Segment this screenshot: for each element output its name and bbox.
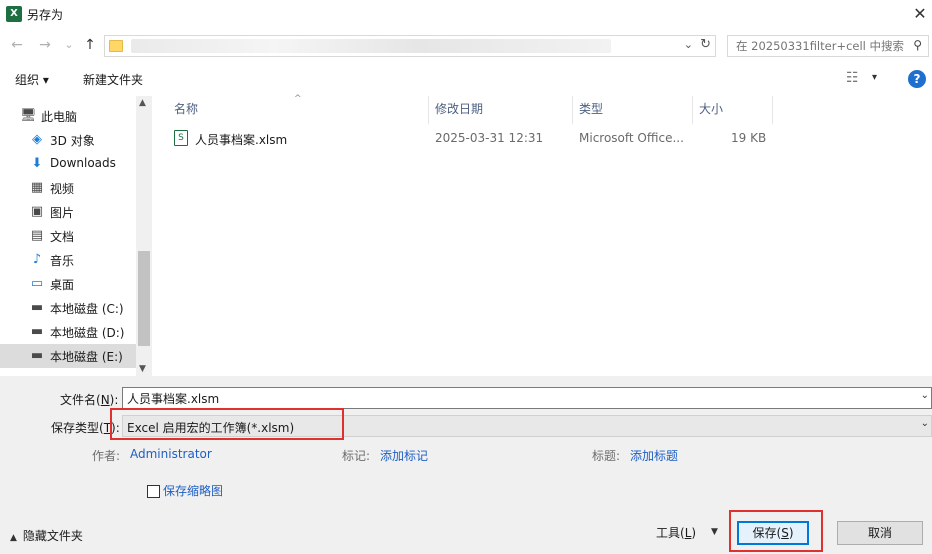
authors-value[interactable]: Administrator — [130, 447, 212, 461]
file-row[interactable]: S 人员事档案.xlsm 2025-03-31 12:31 Microsoft … — [168, 128, 788, 150]
scroll-up-icon[interactable]: ▲ — [139, 98, 146, 108]
tags-label: 标记: — [342, 449, 371, 463]
filename-field[interactable]: ⌄ — [122, 387, 932, 409]
cancel-button[interactable]: 取消 — [837, 521, 923, 545]
nav-item-label: 本地磁盘 (E:) — [50, 350, 123, 364]
drive-icon: ▬ — [30, 348, 44, 363]
tags-value[interactable]: 添加标记 — [380, 447, 428, 464]
nav-item-label: 此电脑 — [41, 110, 78, 124]
nav-item[interactable]: ⬇ Downloads — [0, 152, 136, 176]
filename-input[interactable] — [127, 390, 907, 406]
excel-file-icon: S — [174, 130, 188, 146]
file-modified: 2025-03-31 12:31 — [435, 131, 544, 145]
nav-item[interactable]: ▬ 本地磁盘 (C:) — [0, 296, 136, 320]
nav-item[interactable]: ▣ 图片 — [0, 200, 136, 224]
tools-button[interactable]: 工具(L) — [656, 524, 696, 541]
title-bar: X 另存为 ✕ — [0, 0, 932, 28]
sort-ascending-icon: ^ — [294, 94, 302, 104]
nav-item-label: 视频 — [50, 182, 75, 196]
column-header-name[interactable]: 名称 — [168, 96, 198, 122]
address-bar[interactable]: ⌄ ↻ — [104, 35, 716, 57]
highlight-box-filetype — [110, 408, 344, 440]
nav-item-label: 文档 — [50, 230, 75, 244]
scroll-down-icon[interactable]: ▼ — [139, 364, 146, 374]
save-thumbnail-label[interactable]: 保存缩略图 — [163, 482, 223, 499]
view-options-icon[interactable]: ☷ — [846, 70, 859, 86]
drive-icon: ▬ — [30, 324, 44, 339]
highlight-box-save — [729, 510, 823, 552]
authors-label: 作者: — [92, 449, 121, 463]
nav-item-label: 3D 对象 — [50, 134, 95, 148]
nav-item[interactable]: 🖥 此电脑 — [0, 104, 136, 128]
file-list: 名称 ^ 修改日期 类型 大小 S 人员事档案.xlsm 2025-03-31 … — [154, 94, 932, 376]
pc-icon: 🖥 — [20, 108, 37, 123]
address-path-blurred[interactable] — [131, 39, 611, 53]
filename-label: 文件名(N): — [60, 393, 119, 407]
excel-app-icon: X — [6, 6, 22, 22]
nav-item[interactable]: ▬ 本地磁盘 (D:) — [0, 320, 136, 344]
toolbar: 组织 ▾ 新建文件夹 ☷ ▾ ? — [0, 64, 932, 94]
nav-item-label: Downloads — [50, 156, 116, 170]
search-input[interactable] — [736, 38, 908, 54]
picture-icon: ▣ — [30, 204, 44, 219]
view-dropdown-icon[interactable]: ▾ — [872, 72, 877, 83]
filetype-dropdown-icon[interactable]: ⌄ — [921, 418, 929, 429]
nav-item-label: 音乐 — [50, 254, 75, 268]
nav-item[interactable]: ▬ 本地磁盘 (E:) — [0, 344, 136, 368]
music-icon: ♪ — [32, 252, 42, 267]
nav-item[interactable]: ▦ 视频 — [0, 176, 136, 200]
new-folder-button[interactable]: 新建文件夹 — [83, 71, 143, 88]
refresh-icon[interactable]: ↻ — [700, 37, 711, 52]
back-arrow-icon[interactable]: ← — [8, 36, 26, 54]
column-header-size[interactable]: 大小 — [693, 96, 723, 122]
search-icon[interactable]: ⚲ — [913, 38, 922, 52]
nav-item-label: 桌面 — [50, 278, 75, 292]
nav-item-label: 本地磁盘 (D:) — [50, 326, 125, 340]
file-name: 人员事档案.xlsm — [195, 133, 288, 147]
save-thumbnail-checkbox[interactable] — [147, 485, 160, 498]
address-dropdown-icon[interactable]: ⌄ — [684, 38, 693, 51]
filename-dropdown-icon[interactable]: ⌄ — [921, 390, 929, 401]
cube-icon: ◈ — [32, 132, 42, 147]
document-icon: ▤ — [30, 228, 44, 243]
nav-item-label: 图片 — [50, 206, 75, 220]
chevron-up-icon: ▲ — [10, 533, 17, 543]
file-type: Microsoft Office... — [579, 131, 684, 145]
download-icon: ⬇ — [31, 156, 43, 171]
column-divider[interactable] — [772, 96, 773, 124]
help-icon[interactable]: ? — [908, 70, 926, 88]
save-options-panel: 文件名(N): ⌄ 保存类型(T): Excel 启用宏的工作簿(*.xlsm)… — [0, 376, 932, 554]
window-title: 另存为 — [27, 8, 64, 22]
nav-item[interactable]: ♪ 音乐 — [0, 248, 136, 272]
tools-dropdown-icon[interactable]: ▼ — [711, 527, 718, 537]
address-row: ← → ⌄ ↑ ⌄ ↻ ⚲ — [0, 30, 932, 62]
nav-item-label: 本地磁盘 (C:) — [50, 302, 124, 316]
column-header-type[interactable]: 类型 — [573, 96, 603, 122]
folder-icon — [109, 40, 123, 52]
nav-item[interactable]: ▤ 文档 — [0, 224, 136, 248]
drive-icon: ▬ — [30, 300, 44, 315]
title-label: 标题: — [592, 449, 621, 463]
nav-scrollbar[interactable]: ▲ ▼ — [136, 96, 152, 376]
column-header-modified[interactable]: 修改日期 — [429, 96, 483, 122]
scroll-thumb[interactable] — [138, 251, 150, 346]
file-size: 19 KB — [731, 131, 767, 145]
forward-arrow-icon[interactable]: → — [36, 36, 54, 54]
navigation-pane: 🖥 此电脑 ◈ 3D 对象 ⬇ Downloads ▦ 视频 ▣ 图片 ▤ 文档 ♪ 音乐 ▭ 桌面 ▬ 本地磁盘… — [0, 96, 152, 376]
search-box[interactable]: ⚲ — [727, 35, 929, 57]
desktop-icon: ▭ — [30, 276, 44, 291]
title-value[interactable]: 添加标题 — [630, 447, 678, 464]
nav-item[interactable]: ◈ 3D 对象 — [0, 128, 136, 152]
hide-folders-button[interactable]: ▲ 隐藏文件夹 — [10, 527, 83, 544]
nav-item[interactable]: ▭ 桌面 — [0, 272, 136, 296]
up-arrow-icon[interactable]: ↑ — [81, 36, 99, 54]
recent-locations-icon[interactable]: ⌄ — [60, 36, 78, 54]
video-icon: ▦ — [30, 180, 44, 195]
close-button[interactable]: ✕ — [908, 0, 932, 28]
organize-button[interactable]: 组织 ▾ — [15, 71, 49, 88]
